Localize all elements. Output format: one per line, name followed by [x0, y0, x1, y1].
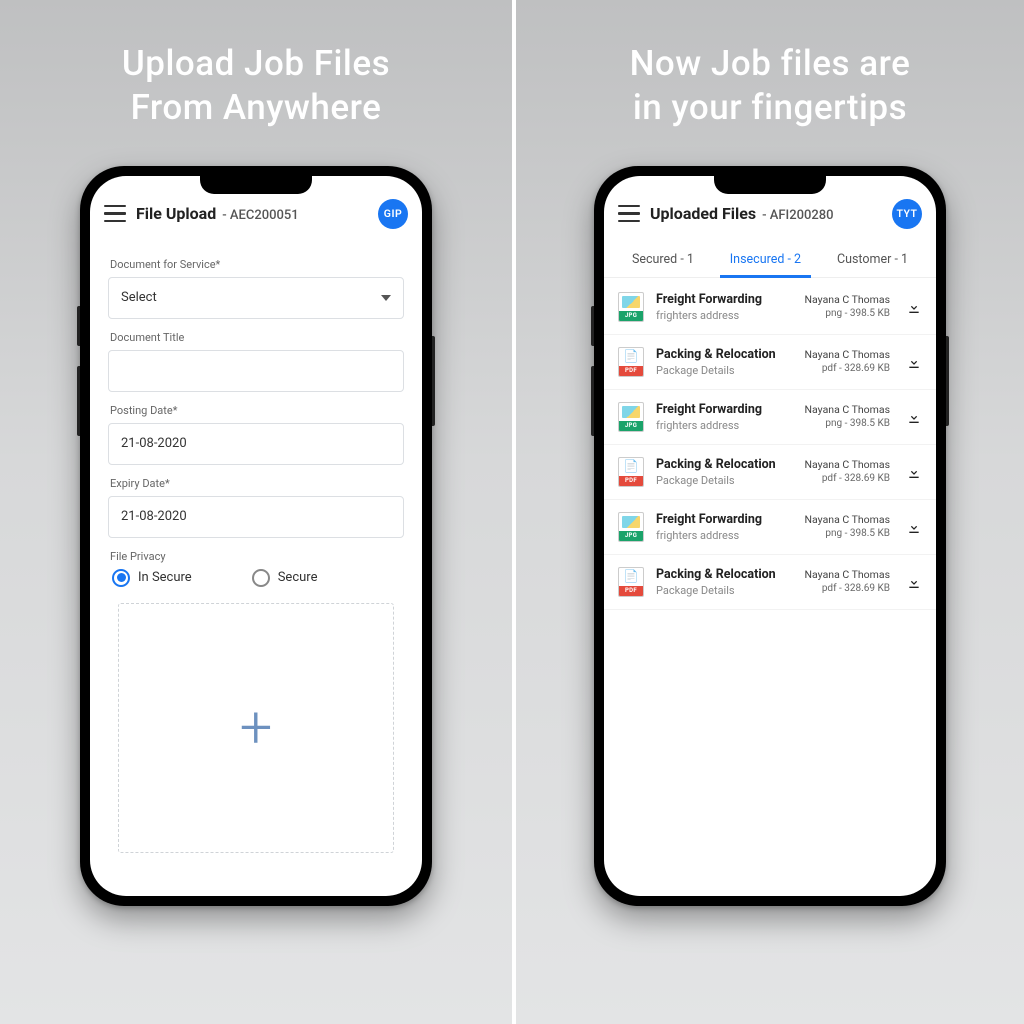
expiry-date-input[interactable]: 21-08-2020 — [108, 496, 404, 538]
phone-frame: Uploaded Files - AFI200280 TYT Secured -… — [594, 166, 946, 906]
jpg-file-icon: JPG — [618, 292, 644, 322]
tab-insecured[interactable]: Insecured - 2 — [726, 242, 805, 277]
file-title: Freight Forwarding — [656, 512, 793, 527]
download-icon[interactable] — [906, 464, 922, 480]
download-icon[interactable] — [906, 409, 922, 425]
file-row[interactable]: JPG Freight Forwarding frighters address Na… — [604, 500, 936, 555]
label-service: Document for Service* — [110, 258, 402, 271]
file-row[interactable]: PDF Packing & Relocation Package Details Na… — [604, 445, 936, 500]
file-subtitle: frighters address — [656, 419, 793, 432]
posting-date-input[interactable]: 21-08-2020 — [108, 423, 404, 465]
pdf-file-icon: PDF — [618, 347, 644, 377]
jpg-file-icon: JPG — [618, 402, 644, 432]
jpg-file-icon: JPG — [618, 512, 644, 542]
file-row[interactable]: JPG Freight Forwarding frighters address Na… — [604, 390, 936, 445]
file-row[interactable]: PDF Packing & Relocation Package Details Na… — [604, 335, 936, 390]
file-meta: Nayana C Thomaspdf - 328.69 KB — [805, 348, 890, 376]
file-title: Packing & Relocation — [656, 457, 793, 472]
download-icon[interactable] — [906, 574, 922, 590]
promo-title: Now Job files are in your fingertips — [630, 42, 911, 130]
menu-icon[interactable] — [618, 205, 640, 223]
label-posting-date: Posting Date* — [110, 404, 402, 417]
page-title: Uploaded Files — [650, 204, 756, 223]
promo-panel-left: Upload Job Files From Anywhere File Uplo… — [0, 0, 512, 1024]
promo-title: Upload Job Files From Anywhere — [122, 42, 390, 130]
download-icon[interactable] — [906, 299, 922, 315]
radio-secure[interactable]: Secure — [252, 569, 318, 587]
app-bar: File Upload - AEC200051 GIP — [90, 186, 422, 242]
doc-title-input[interactable] — [108, 350, 404, 392]
phone-frame: File Upload - AEC200051 GIP Document for… — [80, 166, 432, 906]
file-row[interactable]: JPG Freight Forwarding frighters address Na… — [604, 280, 936, 335]
plus-icon: + — [240, 699, 273, 757]
label-expiry-date: Expiry Date* — [110, 477, 402, 490]
file-meta: Nayana C Thomaspng - 398.5 KB — [805, 293, 890, 321]
download-icon[interactable] — [906, 354, 922, 370]
file-subtitle: frighters address — [656, 529, 793, 542]
chevron-down-icon — [381, 295, 391, 301]
file-subtitle: Package Details — [656, 474, 793, 487]
service-select[interactable]: Select — [108, 277, 404, 319]
app-bar: Uploaded Files - AFI200280 TYT — [604, 186, 936, 242]
tab-secured[interactable]: Secured - 1 — [628, 242, 698, 277]
page-subtitle: - AFI200280 — [762, 208, 833, 223]
file-title: Freight Forwarding — [656, 402, 793, 417]
download-icon[interactable] — [906, 519, 922, 535]
file-subtitle: frighters address — [656, 309, 793, 322]
label-privacy: File Privacy — [110, 550, 402, 563]
file-subtitle: Package Details — [656, 364, 793, 377]
label-doc-title: Document Title — [110, 331, 402, 344]
file-title: Freight Forwarding — [656, 292, 793, 307]
avatar[interactable]: GIP — [378, 199, 408, 229]
avatar[interactable]: TYT — [892, 199, 922, 229]
file-title: Packing & Relocation — [656, 347, 793, 362]
menu-icon[interactable] — [104, 205, 126, 223]
file-subtitle: Package Details — [656, 584, 793, 597]
file-meta: Nayana C Thomaspng - 398.5 KB — [805, 513, 890, 541]
file-meta: Nayana C Thomaspdf - 328.69 KB — [805, 458, 890, 486]
file-list: JPG Freight Forwarding frighters address Na… — [604, 278, 936, 612]
file-dropzone[interactable]: + — [118, 603, 394, 853]
tab-customer[interactable]: Customer - 1 — [833, 242, 912, 277]
file-title: Packing & Relocation — [656, 567, 793, 582]
file-meta: Nayana C Thomaspdf - 328.69 KB — [805, 568, 890, 596]
promo-panel-right: Now Job files are in your fingertips Upl… — [512, 0, 1024, 1024]
radio-icon — [112, 569, 130, 587]
file-row[interactable]: PDF Packing & Relocation Package Details Na… — [604, 555, 936, 610]
app-screen-upload: File Upload - AEC200051 GIP Document for… — [90, 176, 422, 896]
radio-icon — [252, 569, 270, 587]
pdf-file-icon: PDF — [618, 567, 644, 597]
page-title: File Upload — [136, 204, 216, 223]
page-subtitle: - AEC200051 — [222, 208, 298, 223]
pdf-file-icon: PDF — [618, 457, 644, 487]
radio-insecure[interactable]: In Secure — [112, 569, 192, 587]
file-meta: Nayana C Thomaspng - 398.5 KB — [805, 403, 890, 431]
tabs: Secured - 1 Insecured - 2 Customer - 1 — [604, 242, 936, 278]
app-screen-files: Uploaded Files - AFI200280 TYT Secured -… — [604, 176, 936, 896]
